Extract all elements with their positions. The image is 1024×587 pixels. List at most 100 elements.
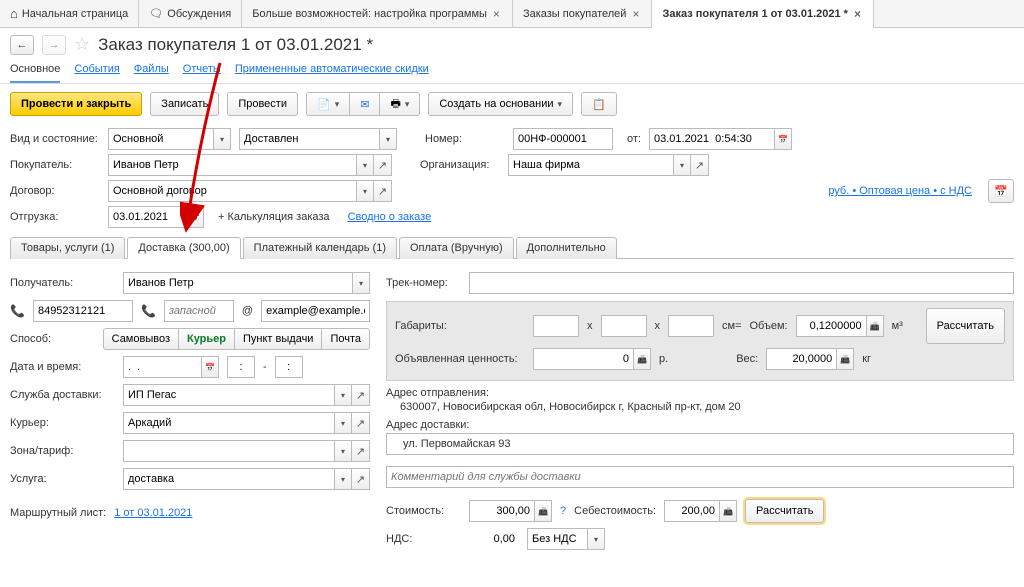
paste-button[interactable]: 📋 [581,92,617,116]
copy-button[interactable]: 📄▾ [306,92,349,116]
cost-field[interactable] [469,500,534,522]
dropdown-icon[interactable]: ▾ [587,528,605,550]
org-field[interactable] [508,154,673,176]
post-close-button[interactable]: Провести и закрыть [10,92,142,116]
zone-field[interactable] [123,440,334,462]
create-basis-button[interactable]: Создать на основании▾ [428,92,573,116]
open-icon[interactable]: ↗ [374,154,392,176]
delivery-date-field[interactable] [123,356,201,378]
print-button[interactable]: 🖶▾ [379,92,420,116]
forward-button[interactable]: → [42,35,66,55]
calendar-icon[interactable]: 📅 [186,206,204,228]
dropdown-icon[interactable]: ▾ [356,180,374,202]
dropdown-icon[interactable]: ▾ [334,468,352,490]
calc-order-link[interactable]: + Калькуляция заказа [218,211,330,223]
open-icon[interactable]: ↗ [374,180,392,202]
calc-icon[interactable]: 📠 [836,348,854,370]
open-icon[interactable]: ↗ [352,440,370,462]
time-to-field[interactable] [275,356,303,378]
tab-payment[interactable]: Оплата (Вручную) [399,237,514,259]
home-icon: ⌂ [10,6,18,21]
delivery-comment-field[interactable] [386,466,1014,488]
calc-dims-button[interactable]: Рассчитать [926,308,1005,344]
tab-more[interactable]: Больше возможностей: настройка программы… [242,0,513,28]
state-select[interactable] [239,128,379,150]
number-field[interactable] [513,128,613,150]
email-field[interactable] [261,300,370,322]
calendar-icon[interactable]: 📅 [774,128,792,150]
dropdown-icon[interactable]: ▾ [334,384,352,406]
dropdown-icon[interactable]: ▾ [213,128,231,150]
weight-field[interactable] [766,348,836,370]
dim-l-field[interactable] [533,315,579,337]
tab-extra[interactable]: Дополнительно [516,237,617,259]
declared-field[interactable] [533,348,633,370]
tab-orders[interactable]: Заказы покупателей× [513,0,653,28]
contract-field[interactable] [108,180,356,202]
dropdown-icon[interactable]: ▾ [379,128,397,150]
price-calendar-button[interactable]: 📅 [988,179,1014,203]
tab-order[interactable]: Заказ покупателя 1 от 03.01.2021 *× [652,0,873,28]
tab-home[interactable]: ⌂Начальная страница [0,0,139,28]
method-pickup[interactable]: Самовывоз [103,328,178,350]
calc-icon[interactable]: 📠 [719,500,737,522]
tab-paycal[interactable]: Платежный календарь (1) [243,237,397,259]
tab-delivery[interactable]: Доставка (300,00) [127,237,240,259]
price-info-link[interactable]: руб. • Оптовая цена • с НДС [828,185,972,197]
type-select[interactable] [108,128,213,150]
courier-field[interactable] [123,412,334,434]
tab-discuss[interactable]: 🗨Обсуждения [139,0,242,28]
nav-events[interactable]: События [74,63,119,75]
open-icon[interactable]: ↗ [352,468,370,490]
save-button[interactable]: Записать [150,92,219,116]
nav-files[interactable]: Файлы [134,63,169,75]
addr-to-field[interactable]: ул. Первомайская 93 [386,433,1014,455]
recipient-field[interactable] [123,272,352,294]
calc-icon[interactable]: 📠 [534,500,552,522]
volume-field[interactable] [796,315,866,337]
dropdown-icon[interactable]: ▾ [352,272,370,294]
route-link[interactable]: 1 от 03.01.2021 [114,507,192,519]
track-field[interactable] [469,272,1014,294]
close-icon[interactable]: × [852,7,863,21]
dropdown-icon[interactable]: ▾ [334,412,352,434]
dim-h-field[interactable] [668,315,714,337]
time-from-field[interactable] [227,356,255,378]
product-field[interactable] [123,468,334,490]
method-post[interactable]: Почта [321,328,370,350]
dropdown-icon[interactable]: ▾ [673,154,691,176]
open-icon[interactable]: ↗ [691,154,709,176]
open-icon[interactable]: ↗ [352,412,370,434]
phone1-field[interactable] [33,300,133,322]
vat-type-select[interactable] [527,528,587,550]
calc-icon[interactable]: 📠 [633,348,651,370]
dropdown-icon[interactable]: ▾ [334,440,352,462]
app-tabs: ⌂Начальная страница 🗨Обсуждения Больше в… [0,0,1024,28]
phone2-field[interactable] [164,300,234,322]
calendar-icon[interactable]: 📅 [201,356,219,378]
method-courier[interactable]: Курьер [178,328,234,350]
buyer-field[interactable] [108,154,356,176]
nav-reports[interactable]: Отчеты [183,63,221,75]
post-button[interactable]: Провести [227,92,298,116]
nav-discounts[interactable]: Примененные автоматические скидки [235,63,429,75]
open-icon[interactable]: ↗ [352,384,370,406]
calc-icon[interactable]: 📠 [866,315,884,337]
tab-goods[interactable]: Товары, услуги (1) [10,237,125,259]
help-icon[interactable]: ? [560,505,566,517]
date-field[interactable] [649,128,774,150]
back-button[interactable]: ← [10,35,34,55]
dropdown-icon[interactable]: ▾ [356,154,374,176]
close-icon[interactable]: × [630,7,641,21]
summary-link[interactable]: Сводно о заказе [348,211,432,223]
email-button[interactable]: ✉ [349,92,379,116]
calc-cost-button[interactable]: Рассчитать [745,499,824,523]
dim-w-field[interactable] [601,315,647,337]
close-icon[interactable]: × [491,7,502,21]
service-field[interactable] [123,384,334,406]
ship-date-field[interactable] [108,206,186,228]
method-point[interactable]: Пункт выдачи [234,328,321,350]
selfcost-field[interactable] [664,500,719,522]
favorite-icon[interactable]: ☆ [74,34,90,55]
nav-main[interactable]: Основное [10,63,60,75]
